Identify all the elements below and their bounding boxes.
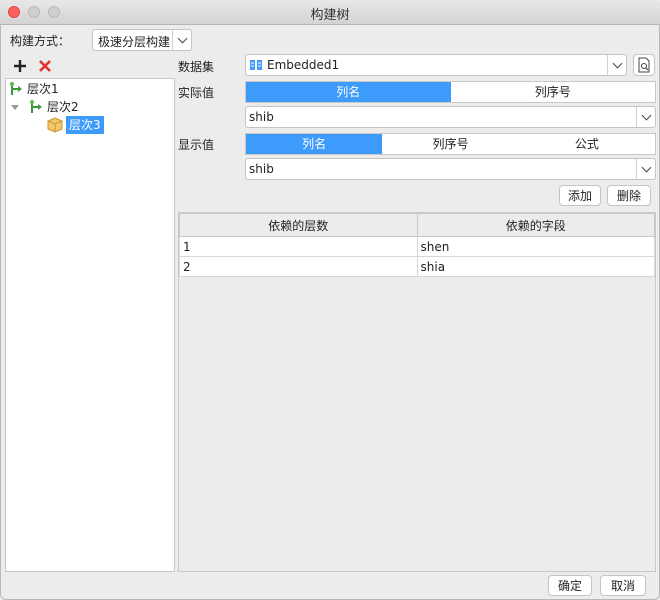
display-value-select[interactable]: shib bbox=[245, 158, 656, 180]
actual-tab-column-name[interactable]: 列名 bbox=[246, 82, 451, 102]
display-tab-column-index[interactable]: 列序号 bbox=[382, 134, 518, 154]
column-header-field[interactable]: 依赖的字段 bbox=[416, 213, 655, 237]
chevron-down-icon bbox=[636, 159, 655, 179]
hierarchy-icon bbox=[10, 82, 22, 95]
plus-icon bbox=[14, 60, 26, 72]
delete-button[interactable]: 删除 bbox=[607, 185, 651, 206]
dataset-value: Embedded1 bbox=[267, 58, 340, 72]
tree-node-label-selected: 层次3 bbox=[66, 116, 104, 134]
display-value-tabs: 列名 列序号 公式 bbox=[245, 133, 656, 155]
hierarchy-icon bbox=[30, 100, 42, 113]
table-cell[interactable]: 2 bbox=[179, 256, 418, 277]
display-value-label: 显示值 bbox=[178, 138, 215, 152]
actual-value-text: shib bbox=[249, 110, 274, 124]
cancel-button[interactable]: 取消 bbox=[600, 575, 646, 596]
add-button[interactable]: 添加 bbox=[559, 185, 601, 206]
display-tab-formula[interactable]: 公式 bbox=[519, 134, 655, 154]
tree-node-level2[interactable]: 层次2 bbox=[10, 98, 79, 116]
dependency-table-panel: 依赖的层数 依赖的字段 1 shen 2 shia bbox=[178, 212, 656, 572]
chevron-down-icon bbox=[172, 30, 191, 50]
build-method-label: 构建方式： bbox=[10, 34, 71, 48]
preview-dataset-button[interactable] bbox=[633, 54, 655, 76]
document-search-icon bbox=[638, 57, 650, 73]
table-row[interactable]: 1 shen bbox=[179, 236, 655, 257]
table-cell[interactable]: shen bbox=[416, 236, 655, 257]
display-value-text: shib bbox=[249, 162, 274, 176]
actual-value-label: 实际值 bbox=[178, 86, 215, 100]
table-row[interactable]: 2 shia bbox=[179, 256, 655, 277]
dependency-table: 依赖的层数 依赖的字段 1 shen 2 shia bbox=[179, 213, 655, 277]
dataset-label: 数据集 bbox=[178, 60, 215, 74]
dialog-window: 构建树 构建方式： 极速分层构建 层次1 层次2 层次3 数据集 Embedde… bbox=[0, 0, 660, 600]
title-bar[interactable]: 构建树 bbox=[0, 0, 660, 25]
dataset-book-icon bbox=[250, 60, 262, 70]
actual-value-tabs: 列名 列序号 bbox=[245, 81, 656, 103]
tree-node-label: 层次1 bbox=[27, 82, 59, 96]
tree-node-level1[interactable]: 层次1 bbox=[8, 80, 59, 98]
package-box-icon bbox=[47, 117, 63, 133]
delete-node-button[interactable] bbox=[37, 58, 53, 74]
table-cell[interactable]: shia bbox=[416, 256, 655, 277]
actual-value-select[interactable]: shib bbox=[245, 106, 656, 128]
table-cell[interactable]: 1 bbox=[179, 236, 418, 257]
actual-tab-column-index[interactable]: 列序号 bbox=[451, 82, 656, 102]
chevron-down-icon bbox=[636, 107, 655, 127]
chevron-down-icon bbox=[607, 55, 626, 75]
tree-node-level3[interactable]: 层次3 bbox=[46, 116, 104, 134]
window-title: 构建树 bbox=[310, 8, 350, 23]
delete-x-icon bbox=[39, 60, 51, 72]
add-node-button[interactable] bbox=[12, 58, 28, 74]
tree-node-label: 层次2 bbox=[47, 100, 79, 114]
disclosure-triangle-icon[interactable] bbox=[10, 99, 20, 115]
dataset-select[interactable]: Embedded1 bbox=[245, 54, 627, 76]
display-tab-column-name[interactable]: 列名 bbox=[246, 134, 383, 154]
build-method-value: 极速分层构建 bbox=[98, 35, 171, 49]
ok-button[interactable]: 确定 bbox=[548, 575, 592, 596]
build-method-select[interactable]: 极速分层构建 bbox=[92, 29, 192, 51]
tree-panel: 层次1 层次2 层次3 bbox=[5, 78, 175, 572]
column-header-level[interactable]: 依赖的层数 bbox=[179, 213, 418, 237]
